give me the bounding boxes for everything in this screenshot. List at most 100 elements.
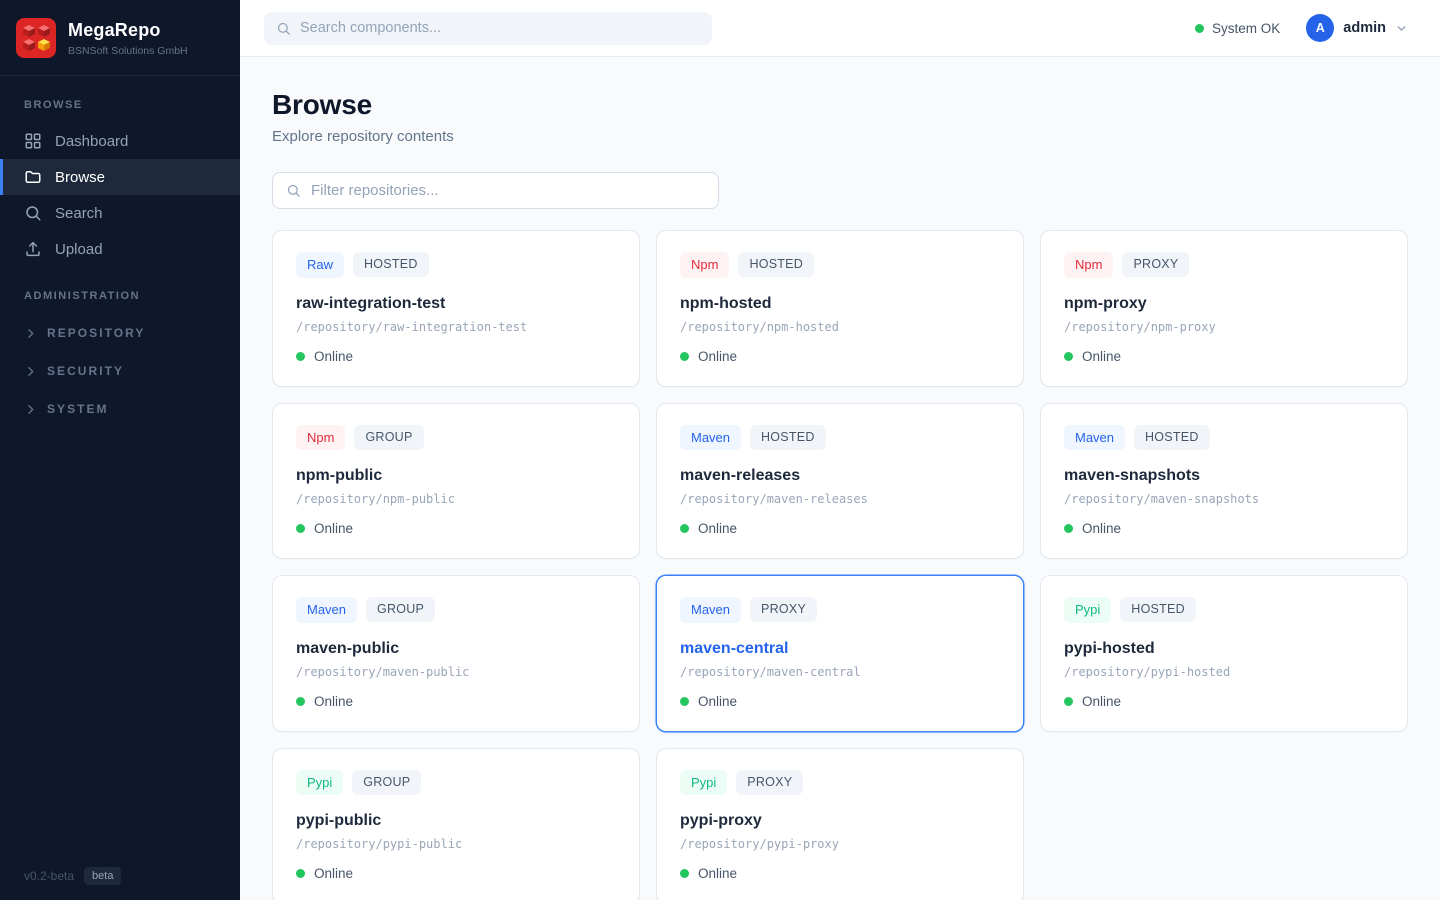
online-dot-icon — [296, 697, 305, 706]
search-icon — [24, 204, 42, 222]
browse-page: Browse Explore repository contents Raw H… — [240, 57, 1440, 900]
sidebar-item-search[interactable]: Search — [0, 195, 240, 231]
online-label: Online — [314, 866, 353, 881]
sidebar: MegaRepo BSNSoft Solutions GmbH BROWSE D… — [0, 0, 240, 900]
nav-section-browse: BROWSE — [0, 76, 240, 123]
repo-path: /repository/npm-public — [296, 492, 616, 506]
repo-status: Online — [680, 521, 1000, 536]
online-dot-icon — [1064, 697, 1073, 706]
sidebar-item-system[interactable]: SYSTEM — [0, 390, 240, 428]
repo-name: npm-proxy — [1064, 295, 1384, 313]
format-badge: Npm — [1064, 252, 1113, 278]
sidebar-item-dashboard[interactable]: Dashboard — [0, 123, 240, 159]
online-dot-icon — [296, 869, 305, 878]
repo-status: Online — [680, 694, 1000, 709]
topbar: System OK A admin — [240, 0, 1440, 57]
online-label: Online — [698, 349, 737, 364]
status-dot-icon — [1195, 24, 1204, 33]
format-badge: Npm — [680, 252, 729, 278]
system-status: System OK — [1195, 21, 1280, 36]
online-dot-icon — [1064, 524, 1073, 533]
online-label: Online — [698, 866, 737, 881]
repo-card[interactable]: Npm HOSTED npm-hosted /repository/npm-ho… — [656, 230, 1024, 387]
system-status-label: System OK — [1212, 21, 1280, 36]
repo-card[interactable]: Npm PROXY npm-proxy /repository/npm-prox… — [1040, 230, 1408, 387]
online-dot-icon — [1064, 352, 1073, 361]
format-badge: Pypi — [680, 770, 727, 796]
type-badge: HOSTED — [750, 425, 826, 450]
chevron-down-icon — [1395, 22, 1408, 35]
type-badge: GROUP — [366, 597, 435, 622]
repo-card[interactable]: Maven HOSTED maven-releases /repository/… — [656, 403, 1024, 560]
format-badge: Maven — [296, 597, 357, 623]
user-name: admin — [1343, 20, 1386, 36]
repo-card[interactable]: Maven HOSTED maven-snapshots /repository… — [1040, 403, 1408, 560]
repo-card[interactable]: Npm GROUP npm-public /repository/npm-pub… — [272, 403, 640, 560]
sidebar-item-upload[interactable]: Upload — [0, 231, 240, 267]
chevron-right-icon — [24, 365, 37, 378]
sidebar-item-label: Search — [55, 205, 103, 222]
sidebar-item-repository[interactable]: REPOSITORY — [0, 314, 240, 352]
repo-status: Online — [296, 349, 616, 364]
app-header: MegaRepo BSNSoft Solutions GmbH — [0, 0, 240, 76]
repo-path: /repository/pypi-public — [296, 837, 616, 851]
repo-name: pypi-hosted — [1064, 640, 1384, 658]
repo-card[interactable]: Pypi HOSTED pypi-hosted /repository/pypi… — [1040, 575, 1408, 732]
repo-path: /repository/raw-integration-test — [296, 320, 616, 334]
online-dot-icon — [680, 352, 689, 361]
type-badge: HOSTED — [1120, 597, 1196, 622]
repo-filter-input[interactable] — [311, 182, 705, 199]
repo-card[interactable]: Maven GROUP maven-public /repository/mav… — [272, 575, 640, 732]
online-dot-icon — [680, 697, 689, 706]
search-icon — [286, 183, 301, 198]
format-badge: Maven — [1064, 425, 1125, 451]
repo-name: maven-public — [296, 640, 616, 658]
repo-name: npm-public — [296, 467, 616, 485]
repo-card[interactable]: Raw HOSTED raw-integration-test /reposit… — [272, 230, 640, 387]
format-badge: Pypi — [1064, 597, 1111, 623]
sidebar-item-security[interactable]: SECURITY — [0, 352, 240, 390]
global-search-input[interactable] — [300, 20, 700, 36]
repo-card[interactable]: Maven PROXY maven-central /repository/ma… — [656, 575, 1024, 732]
format-badge: Npm — [296, 425, 345, 451]
online-label: Online — [698, 521, 737, 536]
page-subtitle: Explore repository contents — [272, 128, 1408, 145]
format-badge: Raw — [296, 252, 344, 278]
search-icon — [276, 21, 291, 36]
repo-status: Online — [296, 866, 616, 881]
repo-path: /repository/pypi-proxy — [680, 837, 1000, 851]
app-name: MegaRepo — [68, 20, 188, 41]
repo-path: /repository/maven-releases — [680, 492, 1000, 506]
type-badge: GROUP — [352, 770, 421, 795]
online-label: Online — [314, 349, 353, 364]
repo-status: Online — [680, 866, 1000, 881]
online-label: Online — [314, 521, 353, 536]
format-badge: Pypi — [296, 770, 343, 796]
sidebar-item-label: Browse — [55, 169, 105, 186]
format-badge: Maven — [680, 425, 741, 451]
global-search — [264, 12, 712, 45]
grid-icon — [24, 132, 42, 150]
online-label: Online — [314, 694, 353, 709]
sidebar-item-label: Upload — [55, 241, 103, 258]
type-badge: HOSTED — [353, 252, 429, 277]
sidebar-item-label: Dashboard — [55, 133, 128, 150]
type-badge: HOSTED — [738, 252, 814, 277]
repo-card[interactable]: Pypi GROUP pypi-public /repository/pypi-… — [272, 748, 640, 900]
sidebar-item-label: SECURITY — [47, 364, 124, 378]
repository-grid: Raw HOSTED raw-integration-test /reposit… — [272, 230, 1408, 900]
repo-card[interactable]: Pypi PROXY pypi-proxy /repository/pypi-p… — [656, 748, 1024, 900]
nav-section-administration: ADMINISTRATION — [0, 267, 240, 314]
user-menu[interactable]: A admin — [1306, 14, 1408, 42]
page-title: Browse — [272, 89, 1408, 121]
type-badge: PROXY — [1122, 252, 1189, 277]
repo-path: /repository/maven-central — [680, 665, 1000, 679]
type-badge: PROXY — [750, 597, 817, 622]
sidebar-item-label: REPOSITORY — [47, 326, 145, 340]
online-dot-icon — [296, 352, 305, 361]
sidebar-item-browse[interactable]: Browse — [0, 159, 240, 195]
format-badge: Maven — [680, 597, 741, 623]
upload-icon — [24, 240, 42, 258]
sidebar-nav: BROWSE Dashboard Browse Search Upload AD… — [0, 76, 240, 428]
repo-name: pypi-proxy — [680, 812, 1000, 830]
